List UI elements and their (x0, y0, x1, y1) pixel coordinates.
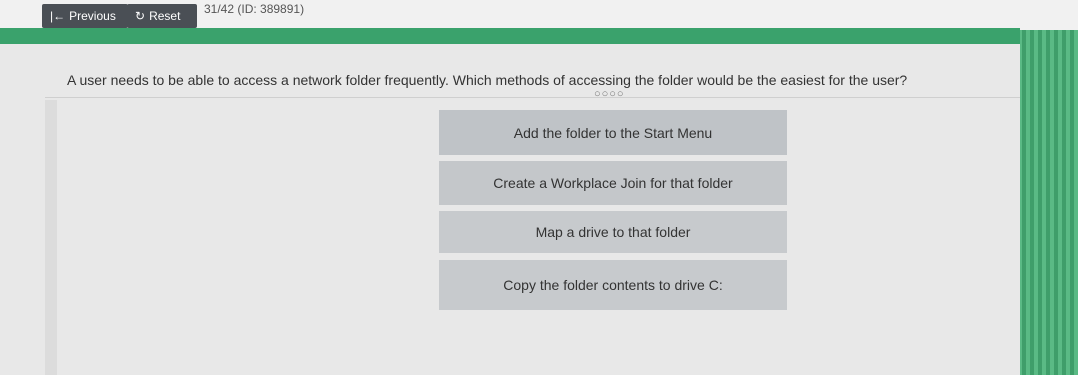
previous-button[interactable]: |← Previous (42, 4, 128, 28)
background-stripes (1018, 0, 1078, 375)
reset-button[interactable]: ↻ Reset (127, 4, 197, 28)
reset-icon: ↻ (135, 9, 146, 23)
answer-option[interactable]: Add the folder to the Start Menu (439, 110, 787, 155)
previous-label: Previous (69, 9, 116, 23)
answer-option[interactable]: Copy the folder contents to drive C: (439, 260, 787, 310)
question-text: A user needs to be able to access a netw… (67, 72, 908, 88)
answer-label: Create a Workplace Join for that folder (493, 175, 733, 191)
question-counter: 31/42 (ID: 389891) (204, 2, 305, 16)
answer-label: Copy the folder contents to drive C: (503, 277, 723, 293)
answer-option[interactable]: Map a drive to that folder (439, 211, 787, 253)
panel-edge (45, 100, 57, 375)
reset-label: Reset (149, 9, 181, 23)
answer-label: Map a drive to that folder (535, 224, 691, 240)
pagination-dots: ○○○○ (594, 88, 625, 100)
first-page-arrow-icon: |← (50, 9, 66, 23)
divider (45, 97, 1020, 98)
question-panel: A user needs to be able to access a netw… (0, 44, 1020, 375)
answer-option[interactable]: Create a Workplace Join for that folder (439, 161, 787, 205)
answer-label: Add the folder to the Start Menu (513, 124, 713, 141)
top-toolbar: |← Previous ↻ Reset 31/42 (ID: 389891) (0, 0, 1078, 30)
